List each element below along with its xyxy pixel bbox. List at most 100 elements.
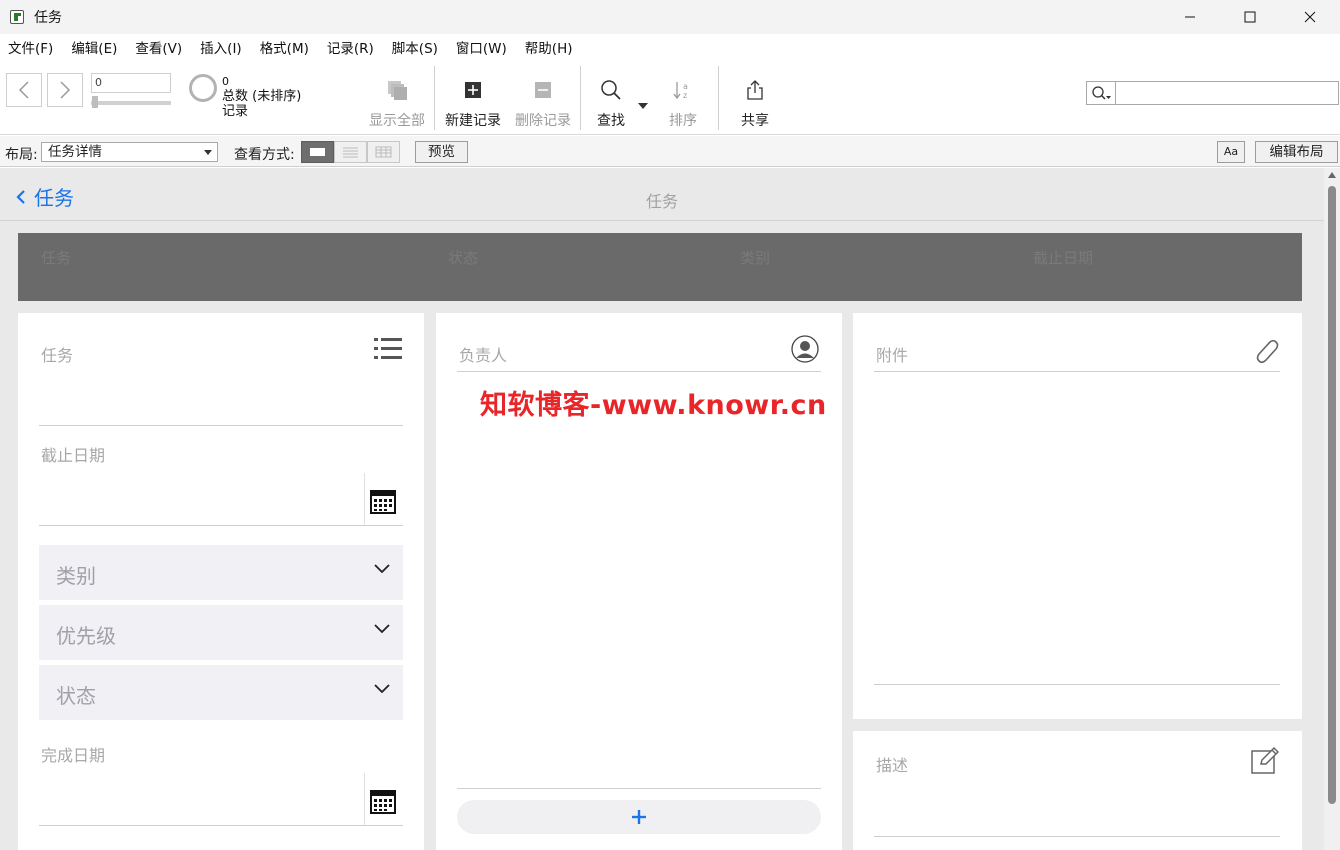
view-as-table-button[interactable] (367, 141, 400, 163)
delete-record-button[interactable]: 删除记录 (512, 76, 574, 130)
preview-button[interactable]: 预览 (415, 141, 468, 163)
completion-date-label: 完成日期 (41, 746, 106, 765)
sort-label: 排序 (669, 113, 697, 129)
close-icon (1304, 11, 1316, 23)
content-area: 任务 任务 任务 状态 类别 截止日期 任务 截止日期 类别 优先级 状态 完成… (0, 168, 1324, 850)
due-date-label: 截止日期 (41, 446, 106, 465)
share-icon (747, 80, 763, 100)
watermark-text: 知软博客-www.knowr.cn (480, 390, 827, 421)
menu-view[interactable]: 查看(V) (135, 37, 182, 57)
chevron-right-icon (60, 81, 71, 99)
menu-format[interactable]: 格式(M) (260, 37, 309, 57)
assignee-label: 负责人 (459, 346, 508, 365)
chevron-down-icon (374, 684, 390, 694)
page-title: 任务 (645, 192, 678, 211)
assignee-field-underline[interactable] (457, 371, 821, 372)
priority-dropdown[interactable]: 优先级 (39, 605, 403, 660)
completion-date-underline[interactable] (39, 825, 403, 826)
completion-date-divider (364, 773, 365, 825)
add-assignee-button[interactable] (457, 800, 821, 834)
magnifier-icon (601, 80, 621, 100)
close-button[interactable] (1280, 0, 1340, 34)
menu-scripts[interactable]: 脚本(S) (392, 37, 438, 57)
maximize-button[interactable] (1220, 0, 1280, 34)
new-record-label: 新建记录 (445, 113, 501, 129)
menu-records[interactable]: 记录(R) (327, 37, 374, 57)
description-underline[interactable] (874, 836, 1280, 837)
status-dropdown[interactable]: 状态 (39, 665, 403, 720)
text-formatting-button[interactable]: Aa (1217, 141, 1245, 163)
menu-edit[interactable]: 编辑(E) (71, 37, 117, 57)
description-label: 描述 (876, 756, 909, 775)
app-icon (10, 10, 24, 24)
minimize-icon (1185, 16, 1195, 18)
edit-layout-button[interactable]: 编辑布局 (1255, 141, 1338, 163)
chevron-left-icon (18, 81, 29, 99)
table-view-icon (375, 146, 392, 158)
view-as-form-button[interactable] (301, 141, 334, 163)
show-all-button[interactable]: 显示全部 (366, 76, 428, 130)
maximize-icon (1244, 11, 1256, 23)
layout-bar: 布局: 任务详情 查看方式: 预览 Aa 编辑布局 (0, 136, 1340, 167)
scroll-up-arrow[interactable] (1328, 172, 1336, 178)
summary-header-bar: 任务 状态 类别 截止日期 (18, 233, 1302, 301)
attachment-top-line (874, 371, 1280, 372)
header-column-status: 状态 (448, 249, 479, 267)
assignee-portal-bottom (457, 788, 821, 789)
calendar-icon (370, 790, 396, 814)
edit-icon (1251, 746, 1280, 774)
menu-help[interactable]: 帮助(H) (525, 37, 573, 57)
due-date-divider (364, 473, 365, 525)
edit-description-button[interactable] (1251, 746, 1280, 779)
minimize-button[interactable] (1160, 0, 1220, 34)
task-list-button[interactable] (374, 337, 402, 365)
toolbar-separator (580, 66, 581, 130)
window-title: 任务 (34, 10, 62, 26)
toolbar-separator (434, 66, 435, 130)
list-icon (374, 338, 402, 359)
title-bar: 任务 (0, 0, 1340, 34)
show-all-label: 显示全部 (369, 113, 425, 129)
list-view-icon (343, 147, 358, 158)
find-dropdown-arrow[interactable] (638, 94, 648, 113)
due-date-underline[interactable] (39, 525, 403, 526)
new-record-button[interactable]: 新建记录 (442, 76, 504, 130)
menu-file[interactable]: 文件(F) (8, 37, 53, 57)
previous-record-button[interactable] (6, 73, 42, 107)
attachment-bottom-line[interactable] (874, 684, 1280, 685)
show-all-icon (388, 81, 407, 100)
vertical-scrollbar[interactable] (1324, 168, 1340, 850)
layout-select[interactable]: 任务详情 (41, 142, 218, 162)
search-icon (1092, 86, 1111, 100)
next-record-button[interactable] (47, 73, 83, 107)
attach-file-button[interactable] (1251, 335, 1279, 369)
find-button[interactable]: 查找 (590, 76, 632, 130)
quick-find-input[interactable] (1086, 81, 1339, 105)
category-dropdown[interactable]: 类别 (39, 545, 403, 600)
task-field-underline[interactable] (39, 425, 403, 426)
search-options-button[interactable] (1087, 82, 1116, 104)
view-as-list-button[interactable] (334, 141, 367, 163)
menu-insert[interactable]: 插入(I) (200, 37, 242, 57)
share-button[interactable]: 共享 (734, 76, 776, 130)
assignee-contact-button[interactable] (791, 335, 819, 367)
due-date-calendar-button[interactable] (370, 490, 396, 518)
record-slider[interactable] (91, 101, 171, 105)
records-label: 记录 (222, 104, 249, 119)
status-dropdown-label: 状态 (56, 684, 96, 708)
header-divider (0, 220, 1324, 221)
chevron-down-icon (374, 624, 390, 634)
category-dropdown-label: 类别 (56, 564, 96, 588)
header-column-category: 类别 (740, 249, 771, 267)
task-field-label: 任务 (41, 346, 74, 365)
sort-icon: a z (673, 82, 688, 100)
menu-bar: 文件(F) 编辑(E) 查看(V) 插入(I) 格式(M) 记录(R) 脚本(S… (0, 35, 1340, 59)
scrollbar-thumb[interactable] (1328, 186, 1336, 804)
person-icon (791, 335, 819, 363)
sort-button[interactable]: a z 排序 (662, 76, 704, 130)
record-number-input[interactable]: 0 (91, 73, 171, 93)
menu-window[interactable]: 窗口(W) (456, 37, 507, 57)
completion-date-calendar-button[interactable] (370, 790, 396, 818)
calendar-icon (370, 490, 396, 514)
record-slider-thumb[interactable] (92, 96, 98, 108)
